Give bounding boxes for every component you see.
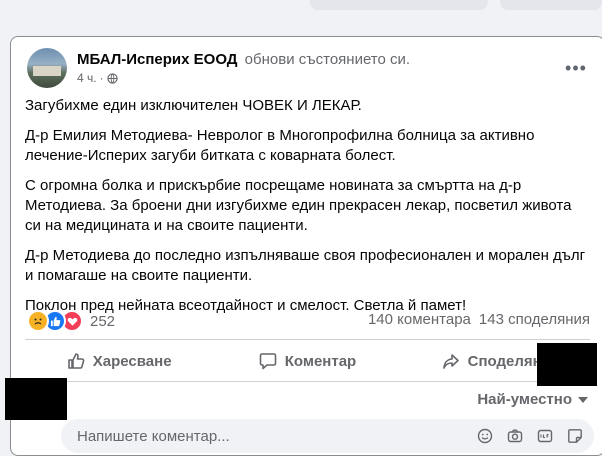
post-paragraph: Д-р Емилия Методиева- Невролог в Многопр…	[25, 127, 535, 164]
meta-separator: ·	[99, 71, 104, 85]
post-action-text: обнови състоянието си.	[244, 51, 411, 68]
post-paragraph: С огромна болка и прискърбие посрещаме н…	[25, 177, 572, 234]
comment-input[interactable]: Напишете коментар...	[61, 419, 594, 453]
post-paragraph: Загубихме един изключителен ЧОВЕК И ЛЕКА…	[25, 97, 362, 114]
top-tab-right[interactable]	[500, 0, 602, 10]
sad-reaction-icon	[27, 310, 49, 332]
post-author-line: МБАЛ-Исперих ЕООД обнови състоянието си.	[77, 51, 410, 68]
more-options-icon[interactable]: •••	[564, 56, 588, 80]
post-body: Загубихме един изключителен ЧОВЕК И ЛЕКА…	[25, 96, 590, 326]
reactions-summary[interactable]: 252	[27, 310, 115, 332]
page-avatar[interactable]	[27, 48, 67, 88]
post-card: МБАЛ-Исперих ЕООД обнови състоянието си.…	[10, 36, 602, 456]
comment-placeholder: Напишете коментар...	[77, 428, 230, 445]
page-name-link[interactable]: МБАЛ-Исперих ЕООД	[77, 51, 238, 68]
post-meta: 4 ч. ·	[77, 71, 118, 85]
comments-count-link[interactable]: 140 коментара	[368, 311, 471, 328]
reaction-count[interactable]: 252	[90, 313, 115, 330]
camera-icon[interactable]	[506, 427, 524, 445]
chevron-down-icon	[578, 396, 588, 403]
top-tab-left[interactable]	[310, 0, 488, 10]
like-label: Харесване	[92, 352, 172, 370]
comment-button[interactable]: Коментар	[213, 343, 401, 379]
comment-sort-dropdown[interactable]: Най-уместно	[477, 391, 588, 408]
share-icon	[442, 354, 459, 369]
engagement-bar: 252 140 коментара 143 споделяния	[25, 309, 590, 333]
post-paragraph: Д-р Методиева до последно изпълняваше св…	[25, 247, 586, 284]
comment-label: Коментар	[284, 352, 357, 370]
divider	[25, 339, 590, 340]
sort-label: Най-уместно	[477, 391, 572, 408]
sticker-icon[interactable]	[566, 427, 584, 445]
emoji-icon[interactable]	[476, 427, 494, 445]
gif-icon[interactable]	[536, 427, 554, 445]
post-actions: Харесване Коментар Споделяне	[25, 343, 590, 379]
post-time-link[interactable]: 4 ч.	[77, 71, 97, 85]
thumbs-up-icon	[67, 353, 85, 369]
post-stats: 140 коментара 143 споделяния	[368, 311, 590, 328]
like-button[interactable]: Харесване	[25, 343, 213, 379]
post-header: МБАЛ-Исперих ЕООД обнови състоянието си.…	[25, 48, 590, 90]
redacted-block	[537, 343, 597, 386]
redacted-avatar	[5, 378, 67, 420]
globe-icon[interactable]	[106, 72, 118, 84]
comment-tools	[476, 427, 584, 445]
divider	[25, 381, 590, 382]
comment-icon	[259, 353, 277, 370]
shares-count-link[interactable]: 143 споделяния	[479, 311, 590, 328]
